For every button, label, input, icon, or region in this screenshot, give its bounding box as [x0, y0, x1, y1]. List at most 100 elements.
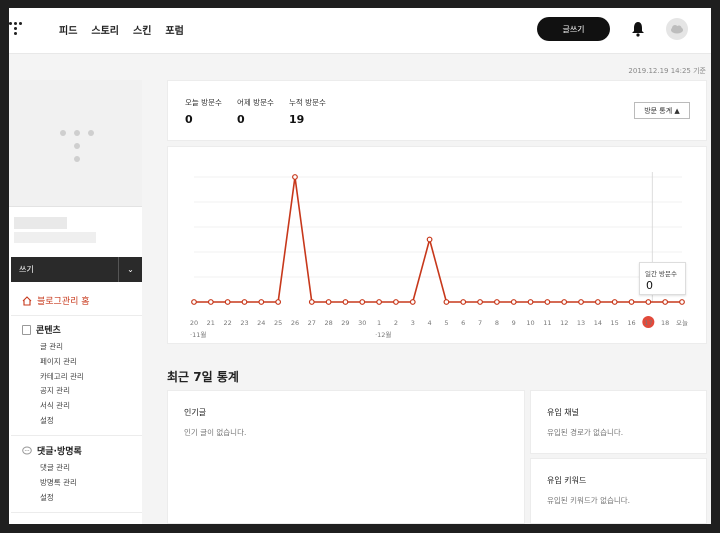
data-point[interactable]: [308, 299, 315, 305]
data-point[interactable]: [578, 299, 584, 305]
sidebar-write-button[interactable]: 쓰기 ⌄: [11, 257, 142, 282]
sidebar-item-comments[interactable]: 댓글 관리: [40, 462, 70, 473]
nav-feed[interactable]: 피드: [59, 22, 77, 37]
sidebar-item-templates[interactable]: 서식 관리: [40, 400, 70, 411]
data-point[interactable]: [645, 299, 652, 305]
data-point[interactable]: [662, 299, 669, 305]
x-tick-label: 오늘: [676, 319, 688, 327]
x-tick-label: 16: [627, 319, 635, 327]
data-point[interactable]: [477, 299, 483, 305]
document-icon: [22, 324, 31, 335]
data-point[interactable]: [258, 299, 265, 305]
month-label: ·11월: [190, 330, 206, 339]
x-tick-label: 23: [240, 319, 248, 327]
data-point[interactable]: [493, 299, 500, 305]
x-tick-label: 29: [341, 319, 349, 327]
visits-series-line: [194, 176, 682, 303]
nav-forum[interactable]: 포럼: [165, 22, 183, 37]
x-tick-label: 3: [411, 319, 415, 327]
yesterday-visits-label: 어제 방문수: [237, 98, 274, 107]
x-tick-label: 11: [543, 319, 551, 327]
x-tick-label: 12: [560, 319, 568, 327]
data-point[interactable]: [241, 299, 248, 305]
x-tick-label: 1: [377, 319, 381, 327]
x-tick-label: 18: [661, 319, 669, 327]
data-point[interactable]: [325, 299, 332, 305]
data-point[interactable]: [342, 299, 349, 305]
screen: 피드 스토리 스킨 포럼 글쓰기 2019.12.19 14:25 기준 쓰기 …: [9, 8, 711, 524]
data-point[interactable]: [611, 299, 618, 305]
sidebar-item-blog-home[interactable]: 블로그관리 홈: [22, 294, 90, 307]
avatar[interactable]: [666, 18, 688, 40]
data-point[interactable]: [460, 299, 467, 305]
stats-timestamp: 2019.12.19 14:25 기준: [628, 67, 706, 75]
main-nav: 피드 스토리 스킨 포럼: [59, 22, 184, 37]
sidebar-item-categories[interactable]: 카테고리 관리: [40, 371, 84, 382]
write-post-button[interactable]: 글쓰기: [537, 17, 610, 41]
x-tick-label: 14: [594, 319, 602, 327]
tistory-placeholder-icon: [60, 130, 94, 164]
divider: [11, 435, 142, 436]
sidebar-section-comments[interactable]: 댓글·방명록: [22, 444, 82, 457]
data-point[interactable]: [628, 299, 635, 305]
data-point[interactable]: [409, 299, 416, 305]
blurred-blog-name: [14, 217, 67, 229]
visit-stats-button[interactable]: 방문 통계 ▲: [634, 102, 690, 119]
tooltip-label: 일간 방문수: [645, 270, 677, 278]
x-tick-label: 15: [611, 319, 619, 327]
nav-story[interactable]: 스토리: [91, 22, 119, 37]
sidebar-item-comment-settings[interactable]: 설정: [40, 492, 54, 503]
data-point[interactable]: [191, 299, 197, 305]
sidebar-item-guestbook[interactable]: 방명록 관리: [40, 477, 77, 488]
data-point[interactable]: [224, 299, 231, 305]
data-point[interactable]: [376, 299, 383, 305]
today-visits-label: 오늘 방문수: [185, 98, 222, 107]
bell-icon[interactable]: [631, 21, 645, 37]
x-tick-label: 4: [428, 319, 432, 327]
x-tick-label: 7: [478, 319, 482, 327]
tistory-logo-icon[interactable]: [9, 20, 25, 36]
visit-stats-panel: 오늘 방문수 0 어제 방문수 0 누적 방문수 19 방문 통계 ▲: [167, 80, 707, 141]
inflow-channel-title: 유입 채널: [547, 408, 579, 417]
data-point[interactable]: [527, 299, 534, 305]
data-point[interactable]: [275, 299, 282, 305]
sidebar-item-notices[interactable]: 공지 관리: [40, 385, 70, 396]
data-point[interactable]: [292, 174, 298, 180]
data-point[interactable]: [393, 299, 399, 305]
data-point[interactable]: [443, 299, 450, 305]
speech-bubble-icon: [22, 446, 32, 454]
sidebar-item-posts[interactable]: 글 관리: [40, 341, 63, 352]
data-point[interactable]: [561, 299, 568, 305]
data-point[interactable]: [594, 299, 601, 305]
total-visits-label: 누적 방문수: [289, 98, 326, 107]
inflow-keyword-title: 유입 키워드: [547, 476, 587, 485]
today-visits-value: 0: [185, 113, 193, 126]
recent-stats-title: 최근 7일 통계: [167, 370, 239, 384]
sidebar-section-content[interactable]: 콘텐츠: [22, 323, 61, 336]
x-tick-label: 30: [358, 319, 366, 327]
divider: [11, 512, 142, 513]
x-tick-label: 8: [495, 319, 499, 327]
visit-stats-button-label: 방문 통계: [644, 106, 673, 115]
x-tick-label: 20: [190, 319, 198, 327]
x-tick-label: 17: [644, 319, 652, 327]
x-tick-label: 28: [324, 319, 332, 327]
popular-posts-title: 인기글: [184, 408, 207, 417]
home-icon: [22, 295, 32, 306]
data-point[interactable]: [510, 299, 517, 305]
popular-posts-card: 인기글 인기 글이 없습니다.: [167, 390, 525, 524]
data-point[interactable]: [544, 299, 551, 305]
popular-posts-empty: 인기 글이 없습니다.: [184, 428, 247, 437]
x-tick-label: 6: [461, 319, 465, 327]
nav-skin[interactable]: 스킨: [133, 22, 151, 37]
chevron-down-icon[interactable]: ⌄: [118, 257, 142, 282]
sidebar-item-content-settings[interactable]: 설정: [40, 415, 54, 426]
x-tick-label: 22: [224, 319, 232, 327]
blog-profile-image: [9, 80, 142, 207]
data-point[interactable]: [359, 299, 366, 305]
data-point[interactable]: [426, 236, 433, 243]
data-point[interactable]: [679, 299, 685, 305]
data-point[interactable]: [207, 299, 214, 305]
sidebar-item-pages[interactable]: 페이지 관리: [40, 356, 77, 367]
inflow-keyword-empty: 유입된 키워드가 없습니다.: [547, 496, 631, 505]
